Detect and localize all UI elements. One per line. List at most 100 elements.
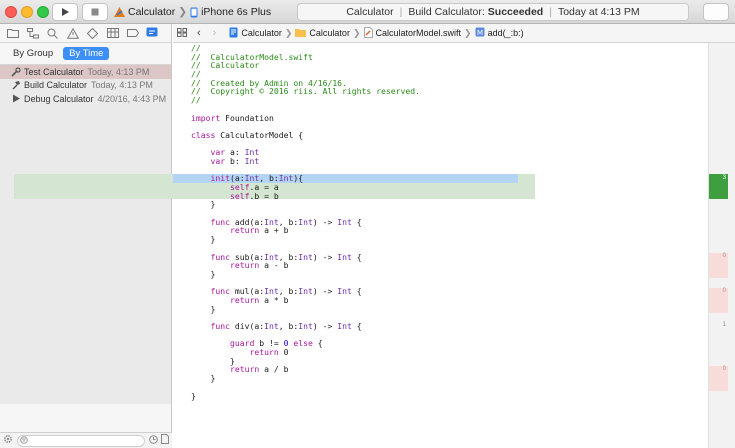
crumb-label: Calculator bbox=[241, 28, 282, 38]
code-line[interactable]: return a * b bbox=[187, 296, 708, 305]
code-text[interactable]: // // CalculatorModel.swift// Calculator /… bbox=[187, 44, 708, 400]
navigator-selector-bar bbox=[0, 24, 171, 43]
filter-input[interactable] bbox=[17, 434, 145, 447]
breakpoint-icon[interactable] bbox=[126, 27, 139, 40]
jump-bar: ‹ › Calculator ❯ Calculator ❯ Calculator… bbox=[173, 24, 735, 43]
debug-icon[interactable] bbox=[106, 27, 119, 40]
crumb-project[interactable]: Calculator bbox=[229, 27, 282, 40]
code-line[interactable]: } bbox=[187, 304, 708, 314]
code-line[interactable]: } bbox=[187, 374, 708, 383]
report-item-test[interactable]: Test Calculator Today, 4:13 PM bbox=[0, 65, 171, 79]
chevron-right-icon: ❯ bbox=[284, 27, 293, 38]
project-icon bbox=[229, 27, 238, 40]
activity-status: Calculator | Build Calculator: Succeeded… bbox=[297, 3, 689, 21]
play-icon bbox=[62, 8, 69, 16]
back-button[interactable]: ‹ bbox=[197, 27, 201, 39]
code-line[interactable]: // CalculatorModel.swift bbox=[187, 52, 708, 62]
segment-by-time[interactable]: By Time bbox=[63, 47, 110, 60]
crumb-group[interactable]: Calculator bbox=[295, 28, 350, 39]
run-button[interactable] bbox=[52, 3, 78, 21]
segment-by-group[interactable]: By Group bbox=[7, 47, 59, 60]
gear-icon[interactable] bbox=[3, 434, 13, 447]
folder-icon bbox=[295, 28, 307, 39]
stop-button[interactable] bbox=[82, 3, 108, 21]
report-item-date: 4/20/16, 4:43 PM bbox=[97, 93, 167, 104]
report-navigator: By Group By Time Test Calculator Today, … bbox=[0, 24, 172, 448]
code-line[interactable]: class CalculatorModel { bbox=[187, 131, 708, 140]
clock-icon[interactable] bbox=[149, 434, 158, 447]
coverage-count: 3 bbox=[709, 174, 728, 199]
toolbar: Calculator ❯ iPhone 6s Plus Calculator |… bbox=[0, 0, 735, 24]
play-icon bbox=[11, 94, 21, 104]
coverage-count: 0 bbox=[709, 287, 728, 313]
crumb-label: Calculator bbox=[309, 28, 350, 38]
report-list: Test Calculator Today, 4:13 PM Build Cal… bbox=[0, 65, 171, 404]
method-icon: M bbox=[475, 27, 485, 39]
code-line[interactable]: return a + b bbox=[187, 226, 708, 235]
chevron-right-icon: ❯ bbox=[464, 27, 472, 38]
report-item-date: Today, 4:13 PM bbox=[91, 80, 153, 91]
filter-icon bbox=[20, 435, 28, 447]
coverage-ribbon: 230010 bbox=[708, 43, 735, 448]
code-line[interactable] bbox=[187, 140, 708, 149]
report-item-label: Debug Calculator bbox=[24, 93, 94, 104]
report-item-debug[interactable]: Debug Calculator 4/20/16, 4:43 PM bbox=[0, 92, 171, 106]
coverage-count: 0 bbox=[709, 365, 728, 391]
report-item-date: Today, 4:13 PM bbox=[87, 66, 150, 77]
editor-mode-button[interactable] bbox=[703, 3, 729, 21]
folder-icon[interactable] bbox=[6, 27, 19, 40]
device-icon bbox=[190, 7, 198, 18]
code-line[interactable]: } bbox=[187, 391, 708, 401]
status-project: Calculator bbox=[346, 6, 394, 18]
status-build-prefix: Build Calculator: bbox=[408, 6, 485, 18]
code-line[interactable]: var b: Int bbox=[187, 157, 708, 166]
code-line[interactable]: import Foundation bbox=[187, 113, 708, 123]
hammer-icon bbox=[11, 80, 21, 90]
search-icon[interactable] bbox=[46, 27, 59, 40]
coverage-count: 1 bbox=[722, 322, 726, 329]
code-line[interactable]: } bbox=[187, 270, 708, 279]
code-line[interactable] bbox=[187, 383, 708, 392]
scheme-name: Calculator bbox=[128, 6, 176, 18]
warning-icon[interactable] bbox=[66, 27, 79, 40]
status-separator: | bbox=[549, 6, 552, 18]
code-line[interactable]: } bbox=[187, 235, 708, 244]
related-items-icon[interactable] bbox=[177, 27, 187, 39]
close-window-button[interactable] bbox=[5, 6, 17, 18]
scheme-selector[interactable]: Calculator ❯ iPhone 6s Plus bbox=[113, 3, 271, 21]
crumb-file[interactable]: CalculatorModel.swift bbox=[363, 26, 462, 40]
status-build-result: Succeeded bbox=[487, 6, 544, 18]
forward-button[interactable]: › bbox=[213, 27, 217, 39]
report-item-build[interactable]: Build Calculator Today, 4:13 PM bbox=[0, 79, 171, 93]
status-time: Today at 4:13 PM bbox=[557, 6, 640, 18]
code-line[interactable]: return a / b bbox=[187, 365, 708, 374]
code-line[interactable]: func div(a:Int, b:Int) -> Int { bbox=[187, 322, 708, 331]
document-icon[interactable] bbox=[161, 434, 169, 447]
crumb-label: CalculatorModel.swift bbox=[375, 28, 462, 38]
report-icon[interactable] bbox=[146, 27, 159, 40]
hierarchy-icon[interactable] bbox=[26, 27, 39, 40]
minimize-window-button[interactable] bbox=[21, 6, 33, 18]
status-separator: | bbox=[399, 6, 403, 18]
code-line[interactable]: } bbox=[187, 200, 708, 209]
crumb-method[interactable]: M add(_:b:) bbox=[475, 27, 524, 39]
code-line[interactable]: // Calculator bbox=[187, 61, 708, 70]
chevron-right-icon: ❯ bbox=[178, 6, 188, 18]
chevron-right-icon: ❯ bbox=[352, 27, 361, 38]
code-line[interactable]: var a: Int bbox=[187, 148, 708, 157]
line-gutter[interactable] bbox=[173, 43, 187, 448]
swift-file-icon bbox=[363, 26, 373, 40]
report-item-label: Build Calculator bbox=[24, 80, 88, 91]
coverage-count: 0 bbox=[709, 252, 728, 278]
test-diamond-icon[interactable] bbox=[86, 27, 99, 40]
group-segmented-control: By Group By Time bbox=[0, 43, 171, 65]
code-line[interactable]: return 0 bbox=[187, 348, 708, 357]
code-line[interactable]: // bbox=[187, 96, 708, 105]
crumb-label: add(_:b:) bbox=[487, 28, 524, 38]
code-line[interactable]: return a - b bbox=[187, 261, 708, 270]
device-name: iPhone 6s Plus bbox=[201, 6, 272, 18]
stop-icon bbox=[91, 8, 99, 16]
code-line[interactable]: // Copyright © 2016 riis. All rights res… bbox=[187, 87, 708, 96]
code-line[interactable]: self.b = b bbox=[187, 191, 708, 201]
zoom-window-button[interactable] bbox=[37, 6, 49, 18]
